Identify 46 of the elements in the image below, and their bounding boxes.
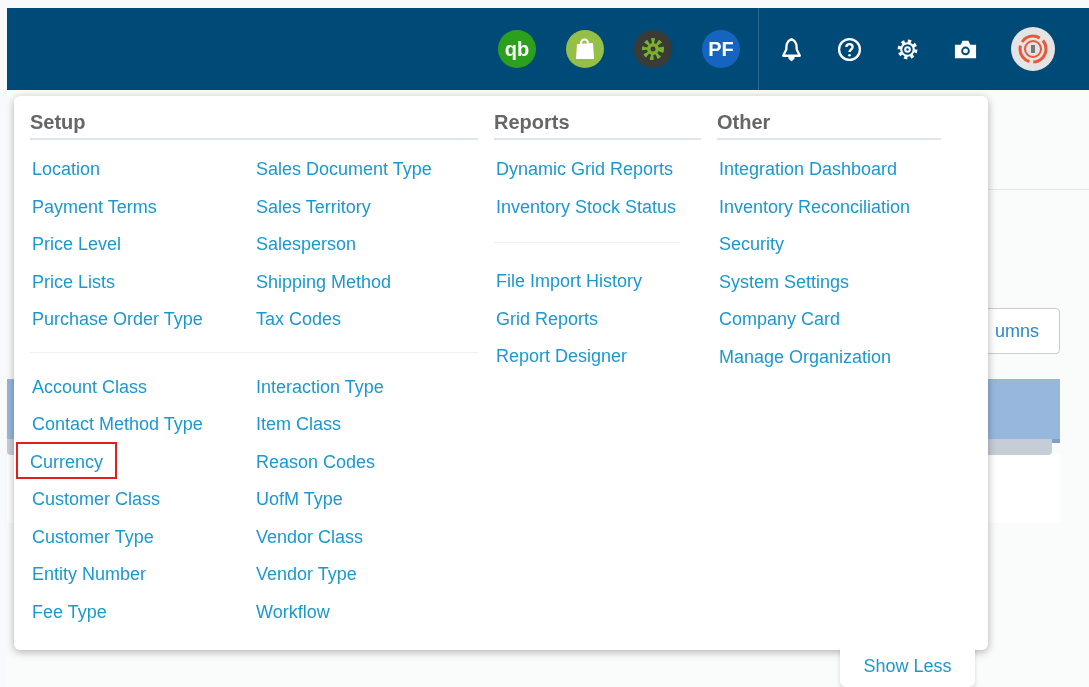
menu-link[interactable]: File Import History: [492, 261, 647, 299]
menu-link[interactable]: Interaction Type: [252, 366, 388, 404]
menu-link[interactable]: Shipping Method: [252, 261, 396, 299]
menu-link[interactable]: Dynamic Grid Reports: [492, 149, 678, 187]
menu-link[interactable]: Entity Number: [28, 554, 151, 592]
menu-link[interactable]: Payment Terms: [28, 186, 161, 224]
menu-link[interactable]: Inventory Reconciliation: [715, 186, 915, 224]
menu-link[interactable]: Purchase Order Type: [28, 299, 207, 337]
menu-link[interactable]: Price Lists: [28, 261, 120, 299]
menu-link[interactable]: Security: [715, 224, 789, 262]
menu-link[interactable]: Vendor Type: [252, 554, 361, 592]
menu-link[interactable]: Customer Class: [28, 479, 165, 517]
menu-link[interactable]: Sales Document Type: [252, 149, 436, 187]
menu-link[interactable]: Manage Organization: [715, 336, 896, 374]
menu-link[interactable]: UofM Type: [252, 479, 347, 517]
app-logo[interactable]: PF: [702, 30, 740, 68]
menu-link[interactable]: System Settings: [715, 261, 854, 299]
menu-link[interactable]: Grid Reports: [492, 298, 603, 336]
menu-link[interactable]: Item Class: [252, 404, 346, 442]
section-heading: Reports: [494, 111, 701, 140]
menu-link[interactable]: Currency: [16, 441, 118, 479]
menu-link[interactable]: Sales Territory: [252, 186, 375, 224]
bell-icon[interactable]: [779, 36, 804, 62]
app-logo[interactable]: qb: [498, 30, 536, 68]
section-heading: Setup: [30, 111, 478, 140]
help-icon[interactable]: [837, 36, 862, 62]
menu-link[interactable]: Salesperson: [252, 224, 361, 262]
menu-link[interactable]: Reason Codes: [252, 441, 380, 479]
menu-link[interactable]: Vendor Class: [252, 516, 368, 554]
gear-icon[interactable]: [634, 30, 672, 68]
menu-link[interactable]: Company Card: [715, 299, 845, 337]
menu-link[interactable]: Inventory Stock Status: [492, 186, 681, 224]
menu-link[interactable]: Integration Dashboard: [715, 149, 902, 187]
menu-link[interactable]: Tax Codes: [252, 299, 346, 337]
avatar[interactable]: [1011, 27, 1055, 71]
menu-link[interactable]: Location: [28, 149, 105, 187]
menu-link[interactable]: Fee Type: [28, 591, 111, 629]
menu-link[interactable]: Report Designer: [492, 336, 632, 374]
menu-link[interactable]: Workflow: [252, 591, 334, 629]
menu-link[interactable]: Price Level: [28, 224, 126, 262]
menu-link[interactable]: Customer Type: [28, 516, 158, 554]
shopping-bag-icon[interactable]: [566, 30, 604, 68]
show-less-link[interactable]: Show Less: [840, 646, 975, 687]
section-heading: Other: [717, 111, 941, 140]
menu-link[interactable]: Account Class: [28, 366, 152, 404]
menu-link[interactable]: Contact Method Type: [28, 404, 207, 442]
